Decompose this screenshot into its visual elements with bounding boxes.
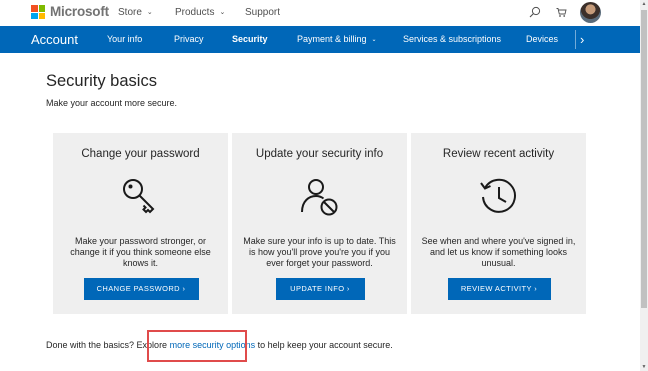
card-title: Change your password (81, 148, 200, 160)
chevron-right-icon: › (534, 284, 538, 293)
tab-payment-billing[interactable]: Payment & billing ⌄ (297, 26, 377, 53)
change-password-button[interactable]: CHANGE PASSWORD › (83, 278, 199, 300)
update-info-button[interactable]: UPDATE INFO › (275, 278, 365, 300)
scroll-up-icon[interactable]: ▲ (640, 0, 648, 8)
account-title[interactable]: Account (31, 26, 78, 53)
highlight-box (147, 330, 247, 362)
nav-support-label: Support (245, 7, 281, 18)
card-update-security-info: Update your security info Make sure your… (232, 133, 407, 314)
scroll-down-icon[interactable]: ▼ (640, 363, 648, 371)
nav-divider (575, 30, 576, 49)
tab-security[interactable]: Security (232, 26, 268, 53)
top-header: Microsoft Store ⌄ Products ⌄ Support (0, 0, 640, 26)
account-nav: Account Your info Privacy Security Payme… (0, 26, 640, 53)
chevron-down-icon: ⌄ (219, 9, 226, 16)
footer-text-after: to help keep your account secure. (255, 340, 393, 350)
microsoft-logo-icon[interactable] (31, 5, 45, 19)
nav-store-label: Store (118, 7, 142, 18)
button-label: REVIEW ACTIVITY (460, 284, 532, 293)
nav-products[interactable]: Products ⌄ (175, 7, 225, 18)
history-clock-icon (479, 178, 516, 213)
key-icon (122, 179, 154, 214)
page-title: Security basics (46, 72, 157, 90)
button-label: UPDATE INFO (290, 284, 345, 293)
user-blocked-icon (300, 179, 337, 216)
card-description: Make sure your info is up to date. This … (243, 236, 396, 268)
chevron-right-icon: › (346, 284, 350, 293)
nav-store[interactable]: Store ⌄ (118, 7, 153, 18)
avatar[interactable] (580, 2, 601, 23)
chevron-right-icon: › (182, 284, 186, 293)
nav-next-arrow-icon[interactable]: › (580, 26, 584, 53)
tab-your-info[interactable]: Your info (107, 26, 142, 53)
card-title: Update your security info (255, 148, 384, 160)
scroll-thumb[interactable] (641, 10, 647, 308)
card-change-password: Change your password Make your password … (53, 133, 228, 314)
vertical-scrollbar[interactable]: ▲ ▼ (640, 0, 648, 371)
chevron-down-icon: ⌄ (371, 37, 377, 43)
cart-icon[interactable] (556, 7, 567, 18)
review-activity-button[interactable]: REVIEW ACTIVITY › (447, 278, 551, 300)
card-description: Make your password stronger, or change i… (70, 236, 211, 268)
tab-services-subscriptions[interactable]: Services & subscriptions (403, 26, 501, 53)
brand-name[interactable]: Microsoft (50, 4, 109, 19)
search-icon[interactable] (529, 6, 541, 18)
tab-devices[interactable]: Devices (526, 26, 558, 53)
tab-privacy[interactable]: Privacy (174, 26, 204, 53)
card-review-activity: Review recent activity See when and wher… (411, 133, 586, 314)
nav-products-label: Products (175, 7, 215, 18)
tab-payment-billing-label: Payment & billing (297, 34, 367, 44)
nav-support[interactable]: Support (245, 7, 280, 18)
button-label: CHANGE PASSWORD (96, 284, 180, 293)
card-title: Review recent activity (442, 148, 555, 160)
chevron-down-icon: ⌄ (146, 9, 153, 16)
page-subtitle: Make your account more secure. (46, 98, 178, 108)
card-description: See when and where you've signed in, and… (421, 236, 576, 268)
